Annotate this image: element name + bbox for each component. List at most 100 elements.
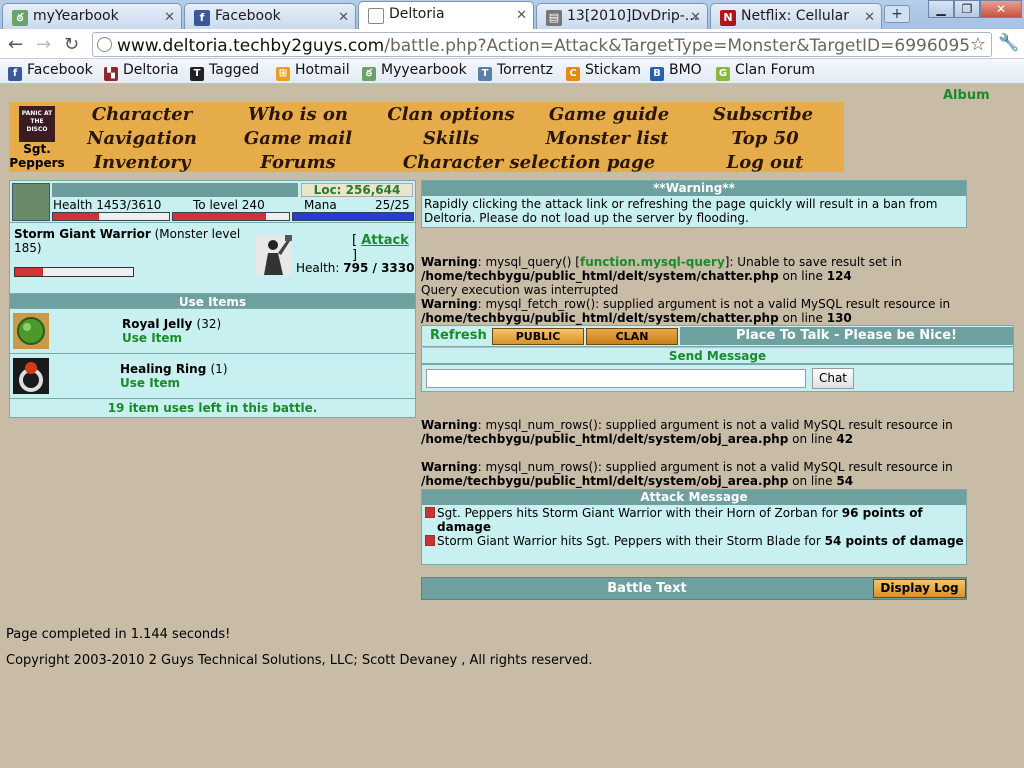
tab-label: myYearbook [33, 8, 119, 24]
error-prefix: Warning [421, 418, 478, 432]
monster-info: Storm Giant Warrior (Monster level 185) … [10, 223, 415, 293]
error-text: on line [778, 311, 827, 325]
bookmark-deltoria[interactable]: ▚ Deltoria [104, 62, 179, 81]
refresh-button[interactable]: Refresh [430, 328, 487, 343]
item-row-royal-jelly: Royal Jelly (32) Use Item [10, 309, 415, 354]
bookmark-label: Tagged [209, 62, 260, 78]
menu-log-out[interactable]: Log out [727, 152, 804, 173]
player-health: Health 1453/3610 [53, 198, 162, 212]
game-menu: PANIC AT THE DISCO Sgt. Peppers Characte… [9, 102, 844, 173]
maximize-button[interactable]: ❐ [954, 0, 980, 18]
error-text: on line [788, 474, 837, 488]
bookmark-bmo[interactable]: B BMO [650, 62, 702, 81]
menu-subscribe[interactable]: Subscribe [713, 104, 813, 125]
public-channel-button[interactable]: PUBLIC [492, 328, 584, 345]
close-window-button[interactable]: ✕ [980, 0, 1022, 18]
back-icon[interactable]: ← [8, 34, 23, 55]
menu-character[interactable]: Character [92, 104, 192, 125]
close-icon[interactable]: ✕ [690, 10, 701, 25]
tab-netflix[interactable]: N Netflix: Cellular ✕ [710, 3, 882, 29]
tab-deltoria[interactable]: Deltoria ✕ [358, 1, 534, 29]
warning-box: **Warning** Rapidly clicking the attack … [421, 180, 967, 228]
bmo-icon: B [650, 67, 664, 81]
send-message-label: Send Message [421, 348, 1014, 364]
close-icon[interactable]: ✕ [516, 8, 527, 23]
minimize-button[interactable]: ▁ [928, 0, 954, 18]
tab-myyearbook[interactable]: ఠ myYearbook ✕ [2, 3, 182, 29]
menu-game-guide[interactable]: Game guide [549, 104, 669, 125]
attack-line: Sgt. Peppers hits Storm Giant Warrior wi… [424, 506, 964, 534]
tab-dvdrip[interactable]: ▤ 13[2010]DvDrip-... ✕ [536, 3, 708, 29]
menu-character-selection[interactable]: Character selection page [403, 152, 655, 173]
item-name: Healing Ring (1) [120, 362, 228, 376]
star-icon[interactable]: ☆ [970, 34, 986, 55]
avatar: PANIC AT THE DISCO [19, 106, 55, 142]
error-line: 124 [826, 269, 852, 283]
close-icon[interactable]: ✕ [338, 10, 349, 25]
error-text: ]: Unable to save result set in [724, 255, 902, 269]
bookmark-tagged[interactable]: T Tagged [190, 62, 259, 81]
forward-icon[interactable]: → [36, 34, 51, 55]
close-icon[interactable]: ✕ [864, 10, 875, 25]
error-text: on line [788, 432, 837, 446]
bookmark-myyearbook[interactable]: ఠ Myyearbook [362, 62, 467, 81]
clan-channel-button[interactable]: CLAN [586, 328, 678, 345]
health-bar-fill [53, 213, 100, 220]
album-link[interactable]: Album [943, 88, 990, 103]
copyright-text: Copyright 2003-2010 2 Guys Technical Sol… [6, 653, 593, 668]
bookmark-facebook[interactable]: f Facebook [8, 62, 93, 81]
bookmark-label: Myyearbook [381, 62, 467, 78]
myyearbook-icon: ఠ [12, 10, 28, 26]
bookmark-clan-forum[interactable]: G Clan Forum [716, 62, 815, 81]
reload-icon[interactable]: ↻ [64, 34, 79, 55]
url-field[interactable]: www.deltoria.techby2guys.com/battle.php?… [92, 32, 992, 57]
menu-monster-list[interactable]: Monster list [546, 128, 669, 149]
url-text: www.deltoria.techby2guys.com/battle.php?… [117, 36, 970, 56]
tab-label: Deltoria [389, 6, 445, 22]
display-log-button[interactable]: Display Log [873, 579, 966, 598]
to-level-bar [172, 212, 290, 221]
location: Loc: 256,644 [301, 183, 413, 197]
warning-text: Rapidly clicking the attack link or refr… [424, 197, 938, 225]
error-text: : mysql_num_rows(): supplied argument is… [477, 460, 953, 474]
menu-game-mail[interactable]: Game mail [244, 128, 352, 149]
bookmark-torrentz[interactable]: T Torrentz [478, 62, 553, 81]
item-count: (32) [196, 317, 222, 331]
bookmark-label: Deltoria [123, 62, 179, 78]
bookmark-stickam[interactable]: C Stickam [566, 62, 641, 81]
tab-label: Facebook [215, 8, 281, 24]
player-name: Sgt. Peppers [9, 142, 65, 170]
menu-clan-options[interactable]: Clan options [387, 104, 514, 125]
use-item-button[interactable]: Use Item [120, 376, 180, 390]
menu-skills[interactable]: Skills [423, 128, 479, 149]
address-bar: ← → ↻ www.deltoria.techby2guys.com/battl… [0, 29, 1024, 59]
php-error-1: Warning: mysql_query() [function.mysql-q… [421, 255, 981, 325]
broken-image-icon [425, 507, 435, 518]
error-line: 54 [836, 474, 854, 488]
item-count: (1) [210, 362, 228, 376]
function-link[interactable]: function.mysql-query [580, 255, 725, 269]
wrench-icon[interactable]: 🔧 [998, 33, 1019, 53]
menu-top-50[interactable]: Top 50 [731, 128, 798, 149]
menu-who-is-on[interactable]: Who is on [248, 104, 348, 125]
bookmark-hotmail[interactable]: ⊞ Hotmail [276, 62, 350, 81]
attack-link[interactable]: Attack [361, 233, 409, 248]
menu-inventory[interactable]: Inventory [94, 152, 191, 173]
close-icon[interactable]: ✕ [164, 10, 175, 25]
page-icon [368, 8, 384, 24]
player-avatar-box[interactable]: PANIC AT THE DISCO Sgt. Peppers [9, 102, 65, 172]
chat-button[interactable]: Chat [812, 368, 854, 389]
chat-input[interactable] [426, 369, 806, 388]
tagged-icon: T [190, 67, 204, 81]
url-domain: www.deltoria.techby2guys.com [117, 36, 385, 56]
menu-forums[interactable]: Forums [260, 152, 336, 173]
monster-name: Storm Giant Warrior [14, 227, 151, 241]
bookmark-label: Torrentz [497, 62, 554, 78]
php-error-4: Warning: mysql_num_rows(): supplied argu… [421, 460, 991, 488]
new-tab-button[interactable]: + [884, 5, 910, 23]
player-status: Loc: 256,644 Health 1453/3610 To level 2… [10, 181, 415, 223]
tab-facebook[interactable]: f Facebook ✕ [184, 3, 356, 29]
use-item-button[interactable]: Use Item [122, 331, 182, 345]
menu-navigation[interactable]: Navigation [87, 128, 197, 149]
globe-icon [97, 37, 112, 52]
